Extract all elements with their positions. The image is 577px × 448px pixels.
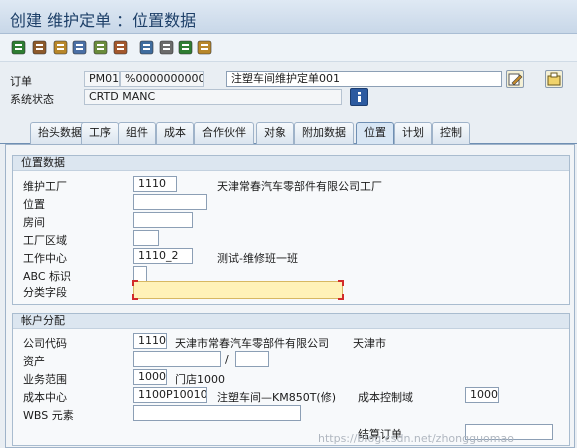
cost-center-label: 成本中心 — [23, 391, 67, 404]
focus-corner-tl — [132, 280, 138, 286]
location-tab-panel: 位置数据 维护工厂 1110 天津常春汽车零部件有限公司工厂 位置 房间 工厂区… — [5, 144, 575, 448]
tab-6[interactable]: 附加数据 — [294, 122, 354, 144]
asset-subnumber-input[interactable] — [235, 351, 269, 367]
account-assignment-group: 帐户分配 公司代码 1110 天津市常春汽车零部件有限公司 天津市 资产 / 业… — [12, 313, 570, 446]
flag-icon[interactable] — [10, 39, 27, 56]
room-label: 房间 — [23, 216, 45, 229]
structure-icon[interactable] — [92, 39, 109, 56]
settings-icon[interactable] — [31, 39, 48, 56]
room-input[interactable] — [133, 212, 193, 228]
system-status-field: CRTD MANC — [84, 89, 342, 105]
order-number-field: %00000000001 — [120, 71, 204, 87]
company-code-label: 公司代码 — [23, 337, 67, 350]
plant-area-input[interactable] — [133, 230, 159, 246]
clipboard-icon[interactable] — [196, 39, 213, 56]
position-label: 位置 — [23, 198, 45, 211]
tab-strip: 抬头数据 工序 组件 成本 合作伙伴 对象 附加数据 位置 计划 控制 — [0, 122, 577, 144]
filter-icon[interactable] — [112, 39, 129, 56]
long-text-edit-icon[interactable] — [506, 70, 524, 88]
status-info-icon[interactable] — [350, 88, 368, 106]
plant-area-label: 工厂区域 — [23, 234, 67, 247]
order-label: 订单 — [10, 75, 32, 88]
position-input[interactable] — [133, 194, 207, 210]
order-header: 订单 PM01 %00000000001 注塑车间维护定单001 系统状态 CR… — [0, 63, 577, 115]
business-area-label: 业务范围 — [23, 373, 67, 386]
work-center-description: 测试-维修班一班 — [217, 252, 298, 265]
plant-input[interactable]: 1110 — [133, 176, 177, 192]
controlling-area-field[interactable]: 1000 — [465, 387, 499, 403]
display-object-icon[interactable] — [545, 70, 563, 88]
list-icon[interactable] — [158, 39, 175, 56]
focus-corner-bl — [132, 294, 138, 300]
edit-icon[interactable] — [177, 39, 194, 56]
order-type-field: PM01 — [84, 71, 120, 87]
company-city: 天津市 — [353, 337, 386, 350]
account-assignment-title: 帐户分配 — [13, 314, 569, 329]
sort-field-label: 分类字段 — [23, 286, 67, 299]
tab-9[interactable]: 控制 — [432, 122, 470, 144]
tab-2[interactable]: 组件 — [118, 122, 156, 144]
asset-separator: / — [225, 353, 229, 366]
asset-label: 资产 — [23, 355, 45, 368]
focus-corner-br — [338, 294, 344, 300]
company-description: 天津市常春汽车零部件有限公司 — [175, 337, 329, 350]
company-code-input[interactable]: 1110 — [133, 333, 167, 349]
document-icon[interactable] — [52, 39, 69, 56]
business-area-description: 门店1000 — [175, 373, 225, 386]
focus-corner-tr — [338, 280, 344, 286]
location-data-group: 位置数据 维护工厂 1110 天津常春汽车零部件有限公司工厂 位置 房间 工厂区… — [12, 155, 570, 305]
asset-input[interactable] — [133, 351, 221, 367]
title-bar: 创建 维护定单 ：位置数据 — [0, 0, 577, 34]
system-status-label: 系统状态 — [10, 93, 54, 106]
wbs-element-label: WBS 元素 — [23, 409, 74, 422]
location-data-title: 位置数据 — [13, 156, 569, 171]
application-toolbar — [0, 34, 577, 62]
controlling-area-label: 成本控制域 — [358, 391, 413, 404]
page-title: 创建 维护定单 ：位置数据 — [10, 11, 197, 30]
cost-center-description: 注塑车间—KM850T(修) — [217, 391, 337, 404]
work-center-label: 工作中心 — [23, 252, 67, 265]
watermark-text: https://blog.csdn.net/zhongguomao — [318, 432, 514, 445]
tab-4[interactable]: 合作伙伴 — [194, 122, 254, 144]
hierarchy-icon[interactable] — [138, 39, 155, 56]
cost-center-input[interactable]: 1100P10010 — [133, 387, 207, 403]
tab-7[interactable]: 位置 — [356, 122, 394, 144]
wbs-element-input[interactable] — [133, 405, 301, 421]
plant-description: 天津常春汽车零部件有限公司工厂 — [217, 180, 382, 193]
table-icon[interactable] — [71, 39, 88, 56]
abc-indicator-label: ABC 标识 — [23, 270, 72, 283]
work-center-input[interactable]: 1110_2 — [133, 248, 193, 264]
tab-8[interactable]: 计划 — [394, 122, 432, 144]
tab-5[interactable]: 对象 — [256, 122, 294, 144]
tab-1[interactable]: 工序 — [81, 122, 119, 144]
sort-field-input[interactable] — [133, 281, 343, 299]
plant-label: 维护工厂 — [23, 180, 67, 193]
tab-3[interactable]: 成本 — [156, 122, 194, 144]
order-description-input[interactable]: 注塑车间维护定单001 — [226, 71, 502, 87]
business-area-input[interactable]: 1000 — [133, 369, 167, 385]
